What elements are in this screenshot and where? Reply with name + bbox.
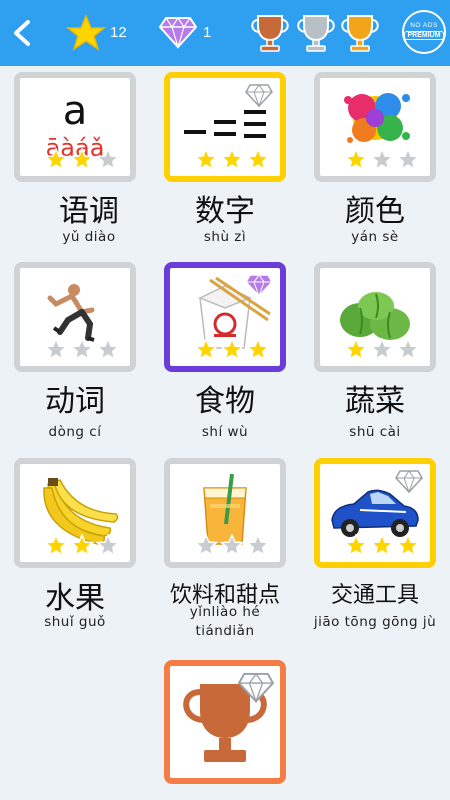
lesson-title: 颜色 <box>345 194 405 229</box>
star-filled-icon <box>245 148 271 171</box>
star-empty-icon <box>245 534 271 557</box>
star-rating <box>193 148 271 171</box>
gold-trophy-icon[interactable] <box>338 10 382 54</box>
star-filled-icon <box>69 534 95 557</box>
star-empty-icon <box>43 338 69 361</box>
star-empty-icon <box>369 148 395 171</box>
lesson-card-verbs[interactable] <box>14 262 136 372</box>
star-filled-icon <box>343 534 369 557</box>
star-rating <box>193 534 271 557</box>
star-filled-icon <box>193 338 219 361</box>
star-rating <box>343 148 421 171</box>
star-empty-icon <box>219 534 245 557</box>
lesson-pinyin: shuǐ guǒ <box>44 614 106 630</box>
star-filled-icon <box>43 148 69 171</box>
diamond-badge-icon <box>237 672 275 704</box>
gem-count: 1 <box>203 24 212 41</box>
star-empty-icon <box>95 148 121 171</box>
silver-trophy-icon[interactable] <box>294 10 338 54</box>
star-filled-icon <box>219 148 245 171</box>
star-rating <box>43 338 121 361</box>
lesson-title: 水果 <box>45 581 105 616</box>
premium-label: PREMIUM <box>404 31 444 40</box>
lesson-card-food[interactable] <box>164 262 286 372</box>
star-empty-icon <box>69 338 95 361</box>
lesson-card-colors[interactable] <box>314 72 436 182</box>
lesson-title: 语调 <box>59 194 119 229</box>
star-filled-icon <box>395 534 421 557</box>
diamond-badge-icon <box>395 470 423 494</box>
star-filled-icon <box>369 534 395 557</box>
star-empty-icon <box>369 338 395 361</box>
star-empty-icon <box>95 534 121 557</box>
lesson-title: 动词 <box>45 384 105 419</box>
lesson-card-numbers[interactable] <box>164 72 286 182</box>
star-empty-icon <box>193 534 219 557</box>
back-arrow-icon[interactable] <box>8 14 38 52</box>
bronze-trophy-icon[interactable] <box>248 10 292 54</box>
lesson-title: 食物 <box>195 384 255 419</box>
star-filled-icon <box>193 148 219 171</box>
star-count: 12 <box>110 24 127 41</box>
star-icon <box>66 14 106 51</box>
diamond-badge-icon <box>245 84 273 108</box>
premium-no-ads-label: NO ADS <box>410 22 438 29</box>
star-rating <box>43 148 121 171</box>
star-rating <box>343 534 421 557</box>
star-filled-icon <box>219 338 245 361</box>
lesson-pinyin: yǔ diào <box>62 229 116 245</box>
lesson-title: 蔬菜 <box>345 384 405 419</box>
star-filled-icon <box>343 148 369 171</box>
diamond-badge-icon <box>245 274 273 298</box>
lesson-card-tones[interactable]: a āàáǎ <box>14 72 136 182</box>
lesson-card-vegetables[interactable] <box>314 262 436 372</box>
lesson-pinyin: shí wù <box>201 424 249 440</box>
lesson-title: 数字 <box>195 194 255 229</box>
star-filled-icon <box>343 338 369 361</box>
lesson-pinyin: shū cài <box>349 424 401 440</box>
lesson-pinyin-line1: yǐnliào hé <box>189 604 261 620</box>
lesson-card-drinks[interactable] <box>164 458 286 568</box>
star-filled-icon <box>69 148 95 171</box>
lesson-pinyin: jiāo tōng gōng jù <box>313 614 437 630</box>
trophy-challenge-card[interactable] <box>164 660 286 784</box>
diamond-icon <box>158 16 198 50</box>
star-filled-icon <box>43 534 69 557</box>
lesson-pinyin: dòng cí <box>48 424 102 440</box>
lesson-card-fruit[interactable] <box>14 458 136 568</box>
lesson-card-transport[interactable] <box>314 458 436 568</box>
top-bar: 12 1 NO ADS PREMIUM <box>0 0 450 66</box>
star-empty-icon <box>95 338 121 361</box>
star-rating <box>43 534 121 557</box>
lesson-pinyin: shù zì <box>203 229 247 245</box>
star-rating <box>343 338 421 361</box>
premium-badge[interactable]: NO ADS PREMIUM <box>402 10 446 54</box>
lesson-pinyin-line2: tiándiǎn <box>195 623 255 639</box>
tones-letter: a <box>63 88 88 134</box>
star-empty-icon <box>395 338 421 361</box>
star-filled-icon <box>245 338 271 361</box>
lesson-pinyin: yán sè <box>351 229 399 245</box>
star-rating <box>193 338 271 361</box>
lesson-title: 交通工具 <box>330 583 419 608</box>
star-empty-icon <box>395 148 421 171</box>
